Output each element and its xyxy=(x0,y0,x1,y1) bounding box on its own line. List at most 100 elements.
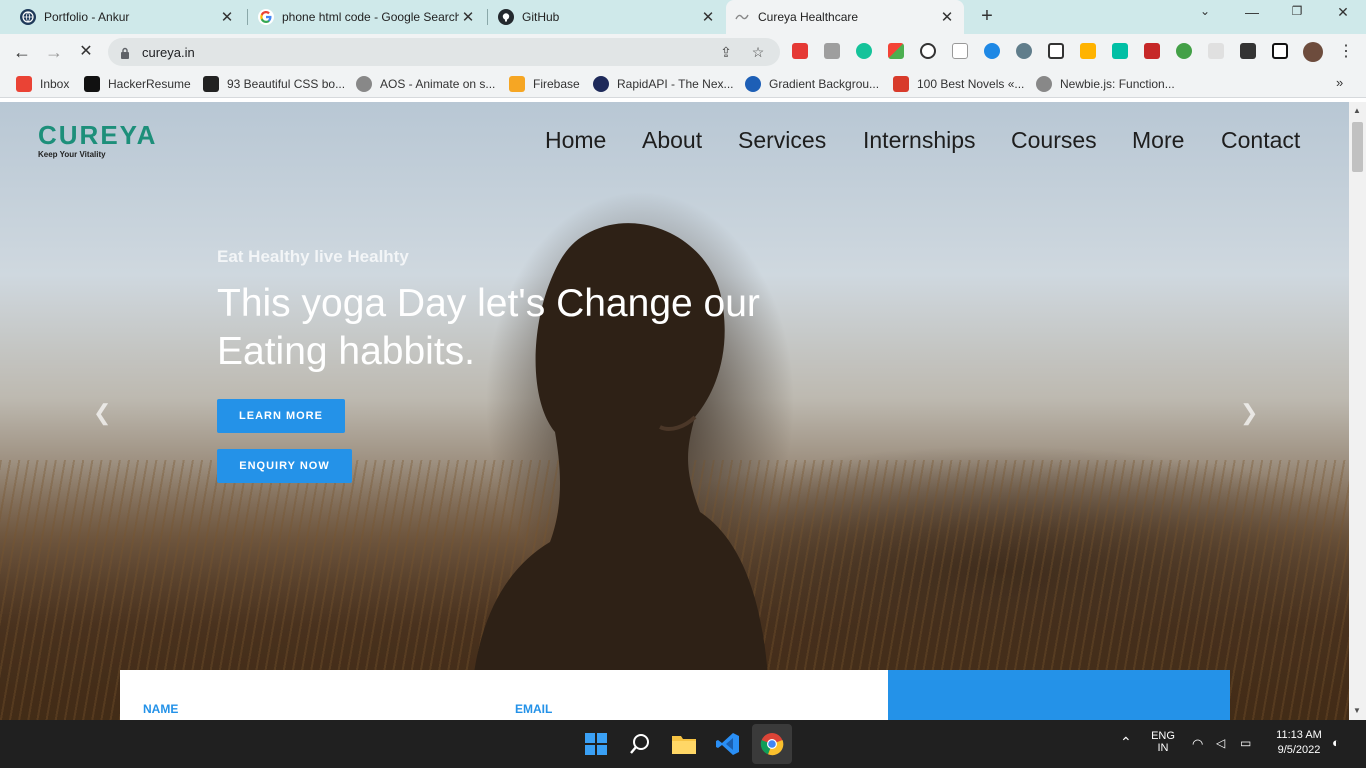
file-explorer-icon[interactable] xyxy=(670,730,698,758)
browser-toolbar: ← → ✕ cureya.in ⇪ ☆ ⋮ xyxy=(0,34,1366,70)
page-scrollbar[interactable]: ▲ ▼ xyxy=(1349,102,1366,720)
tab-strip: Portfolio - Ankur ✕ phone html code - Go… xyxy=(0,0,1366,34)
share-icon[interactable]: ⇪ xyxy=(718,44,734,60)
scroll-up-icon[interactable]: ▲ xyxy=(1353,106,1361,115)
pdf-extension-icon[interactable] xyxy=(824,43,840,59)
edge-icon[interactable] xyxy=(984,43,1000,59)
bookmark-label: Gradient Backgrou... xyxy=(769,77,880,91)
extension-c-icon[interactable] xyxy=(792,43,808,59)
scroll-down-icon[interactable]: ▼ xyxy=(1353,706,1361,715)
bookmark-label: AOS - Animate on s... xyxy=(380,77,496,91)
close-tab-icon[interactable]: ✕ xyxy=(459,8,477,26)
nav-services[interactable]: Services xyxy=(738,127,826,154)
close-tab-icon[interactable]: ✕ xyxy=(218,8,236,26)
bug-icon[interactable] xyxy=(1016,43,1032,59)
close-tab-icon[interactable]: ✕ xyxy=(938,8,956,26)
language-indicator[interactable]: ENG IN xyxy=(1148,730,1178,754)
screenshot-icon[interactable] xyxy=(1048,43,1064,59)
cureya-favicon xyxy=(734,9,750,25)
stop-loading-button[interactable]: ✕ xyxy=(74,40,98,64)
tab-divider xyxy=(247,9,248,25)
rapidapi-icon xyxy=(593,76,609,92)
lock-icon xyxy=(120,46,130,59)
bookmark-inbox[interactable]: Inbox xyxy=(16,76,69,92)
bookmark-label: RapidAPI - The Nex... xyxy=(617,77,734,91)
plus-extension-icon[interactable] xyxy=(1176,43,1192,59)
tab-google-search[interactable]: phone html code - Google Search ✕ xyxy=(250,0,485,34)
show-hidden-icons-icon[interactable]: ⌃ xyxy=(1120,734,1132,751)
nav-courses[interactable]: Courses xyxy=(1011,127,1097,154)
email-field-label: EMAIL xyxy=(515,702,553,716)
clock-date: 9/5/2022 xyxy=(1277,744,1321,756)
bookmarks-overflow-icon[interactable]: » xyxy=(1336,75,1343,90)
back-button[interactable]: ← xyxy=(10,40,34,64)
bookmarks-bar: Inbox HackerResume 93 Beautiful CSS bo..… xyxy=(0,70,1366,98)
hero-headline: This yoga Day let's Change our Eating ha… xyxy=(217,282,760,373)
bookmark-firebase[interactable]: Firebase xyxy=(509,76,580,92)
code-extension-icon[interactable] xyxy=(920,43,936,59)
address-bar[interactable]: cureya.in ⇪ ☆ xyxy=(108,38,780,66)
bookmark-css[interactable]: 93 Beautiful CSS bo... xyxy=(203,76,345,92)
bookmark-aos[interactable]: AOS - Animate on s... xyxy=(356,76,495,92)
bookmark-label: 100 Best Novels «... xyxy=(917,77,1025,91)
nav-about[interactable]: About xyxy=(642,127,702,154)
grammarly-icon[interactable] xyxy=(856,43,872,59)
pdf-icon xyxy=(893,76,909,92)
volume-icon[interactable]: ◁ xyxy=(1216,736,1225,750)
nav-contact[interactable]: Contact xyxy=(1221,127,1300,154)
enquiry-now-button[interactable]: ENQUIRY NOW xyxy=(217,449,352,483)
restore-icon[interactable]: ❐ xyxy=(1287,4,1307,18)
tab-cureya-healthcare[interactable]: Cureya Healthcare ✕ xyxy=(726,0,964,34)
vscode-icon[interactable] xyxy=(714,730,742,758)
bookmark-hackerresume[interactable]: HackerResume xyxy=(84,76,191,92)
close-window-icon[interactable]: ✕ xyxy=(1333,4,1353,21)
brand-logo[interactable]: CUREYA Keep Your Vitality xyxy=(38,122,157,159)
tab-title: phone html code - Google Search xyxy=(282,10,459,24)
tab-github[interactable]: GitHub ✕ xyxy=(490,0,725,34)
new-tab-button[interactable]: + xyxy=(977,6,997,26)
name-field-label: NAME xyxy=(143,702,179,716)
language-code: ENG xyxy=(1151,730,1175,742)
extensions-puzzle-icon[interactable] xyxy=(1240,43,1256,59)
menu-dots-icon[interactable]: ⋮ xyxy=(1334,40,1358,64)
forward-button[interactable]: → xyxy=(42,40,66,64)
windows-start-icon[interactable] xyxy=(582,730,610,758)
brand-name: CUREYA xyxy=(38,120,158,150)
carousel-prev-icon[interactable]: ❮ xyxy=(93,400,111,426)
notes-extension-icon[interactable] xyxy=(1080,43,1096,59)
colorpicker-icon[interactable] xyxy=(888,43,904,59)
chrome-icon[interactable] xyxy=(758,730,786,758)
bookmark-novels[interactable]: 100 Best Novels «... xyxy=(893,76,1024,92)
notifications-icon[interactable]: ◐ xyxy=(1332,735,1340,750)
bookmark-newbiejs[interactable]: Newbie.js: Function... xyxy=(1036,76,1175,92)
bookmark-gradient[interactable]: Gradient Backgrou... xyxy=(745,76,879,92)
nav-internships[interactable]: Internships xyxy=(863,127,976,154)
tab-portfolio[interactable]: Portfolio - Ankur ✕ xyxy=(12,0,244,34)
side-panel-icon[interactable] xyxy=(1272,43,1288,59)
bookmark-rapidapi[interactable]: RapidAPI - The Nex... xyxy=(593,76,734,92)
text-extension-icon[interactable] xyxy=(952,43,968,59)
form-submit-panel[interactable] xyxy=(888,670,1230,720)
bookmark-star-icon[interactable]: ☆ xyxy=(750,44,766,60)
clock[interactable]: 11:13 AM 9/5/2022 xyxy=(1268,729,1330,756)
learn-more-button[interactable]: LEARN MORE xyxy=(217,399,345,433)
avatar[interactable] xyxy=(1303,42,1323,62)
book-extension-icon[interactable] xyxy=(1144,43,1160,59)
clock-time: 11:13 AM xyxy=(1276,729,1322,741)
nav-more[interactable]: More xyxy=(1132,127,1184,154)
bird-extension-icon[interactable] xyxy=(1112,43,1128,59)
blank-extension-icon[interactable] xyxy=(1208,43,1224,59)
close-tab-icon[interactable]: ✕ xyxy=(699,8,717,26)
bookmark-label: Inbox xyxy=(40,77,70,91)
battery-icon[interactable]: ▭ xyxy=(1240,736,1251,750)
nav-home[interactable]: Home xyxy=(545,127,606,154)
minimize-icon[interactable]: — xyxy=(1242,4,1262,20)
search-icon[interactable] xyxy=(626,730,654,758)
tab-search-icon[interactable]: ⌄ xyxy=(1195,4,1215,18)
github-icon xyxy=(498,9,514,25)
page-viewport: CUREYA Keep Your Vitality Home About Ser… xyxy=(0,102,1349,720)
scrollbar-thumb[interactable] xyxy=(1352,122,1363,172)
carousel-next-icon[interactable]: ❯ xyxy=(1240,400,1258,426)
css-icon xyxy=(203,76,219,92)
wifi-icon[interactable]: ◠ xyxy=(1192,736,1203,752)
